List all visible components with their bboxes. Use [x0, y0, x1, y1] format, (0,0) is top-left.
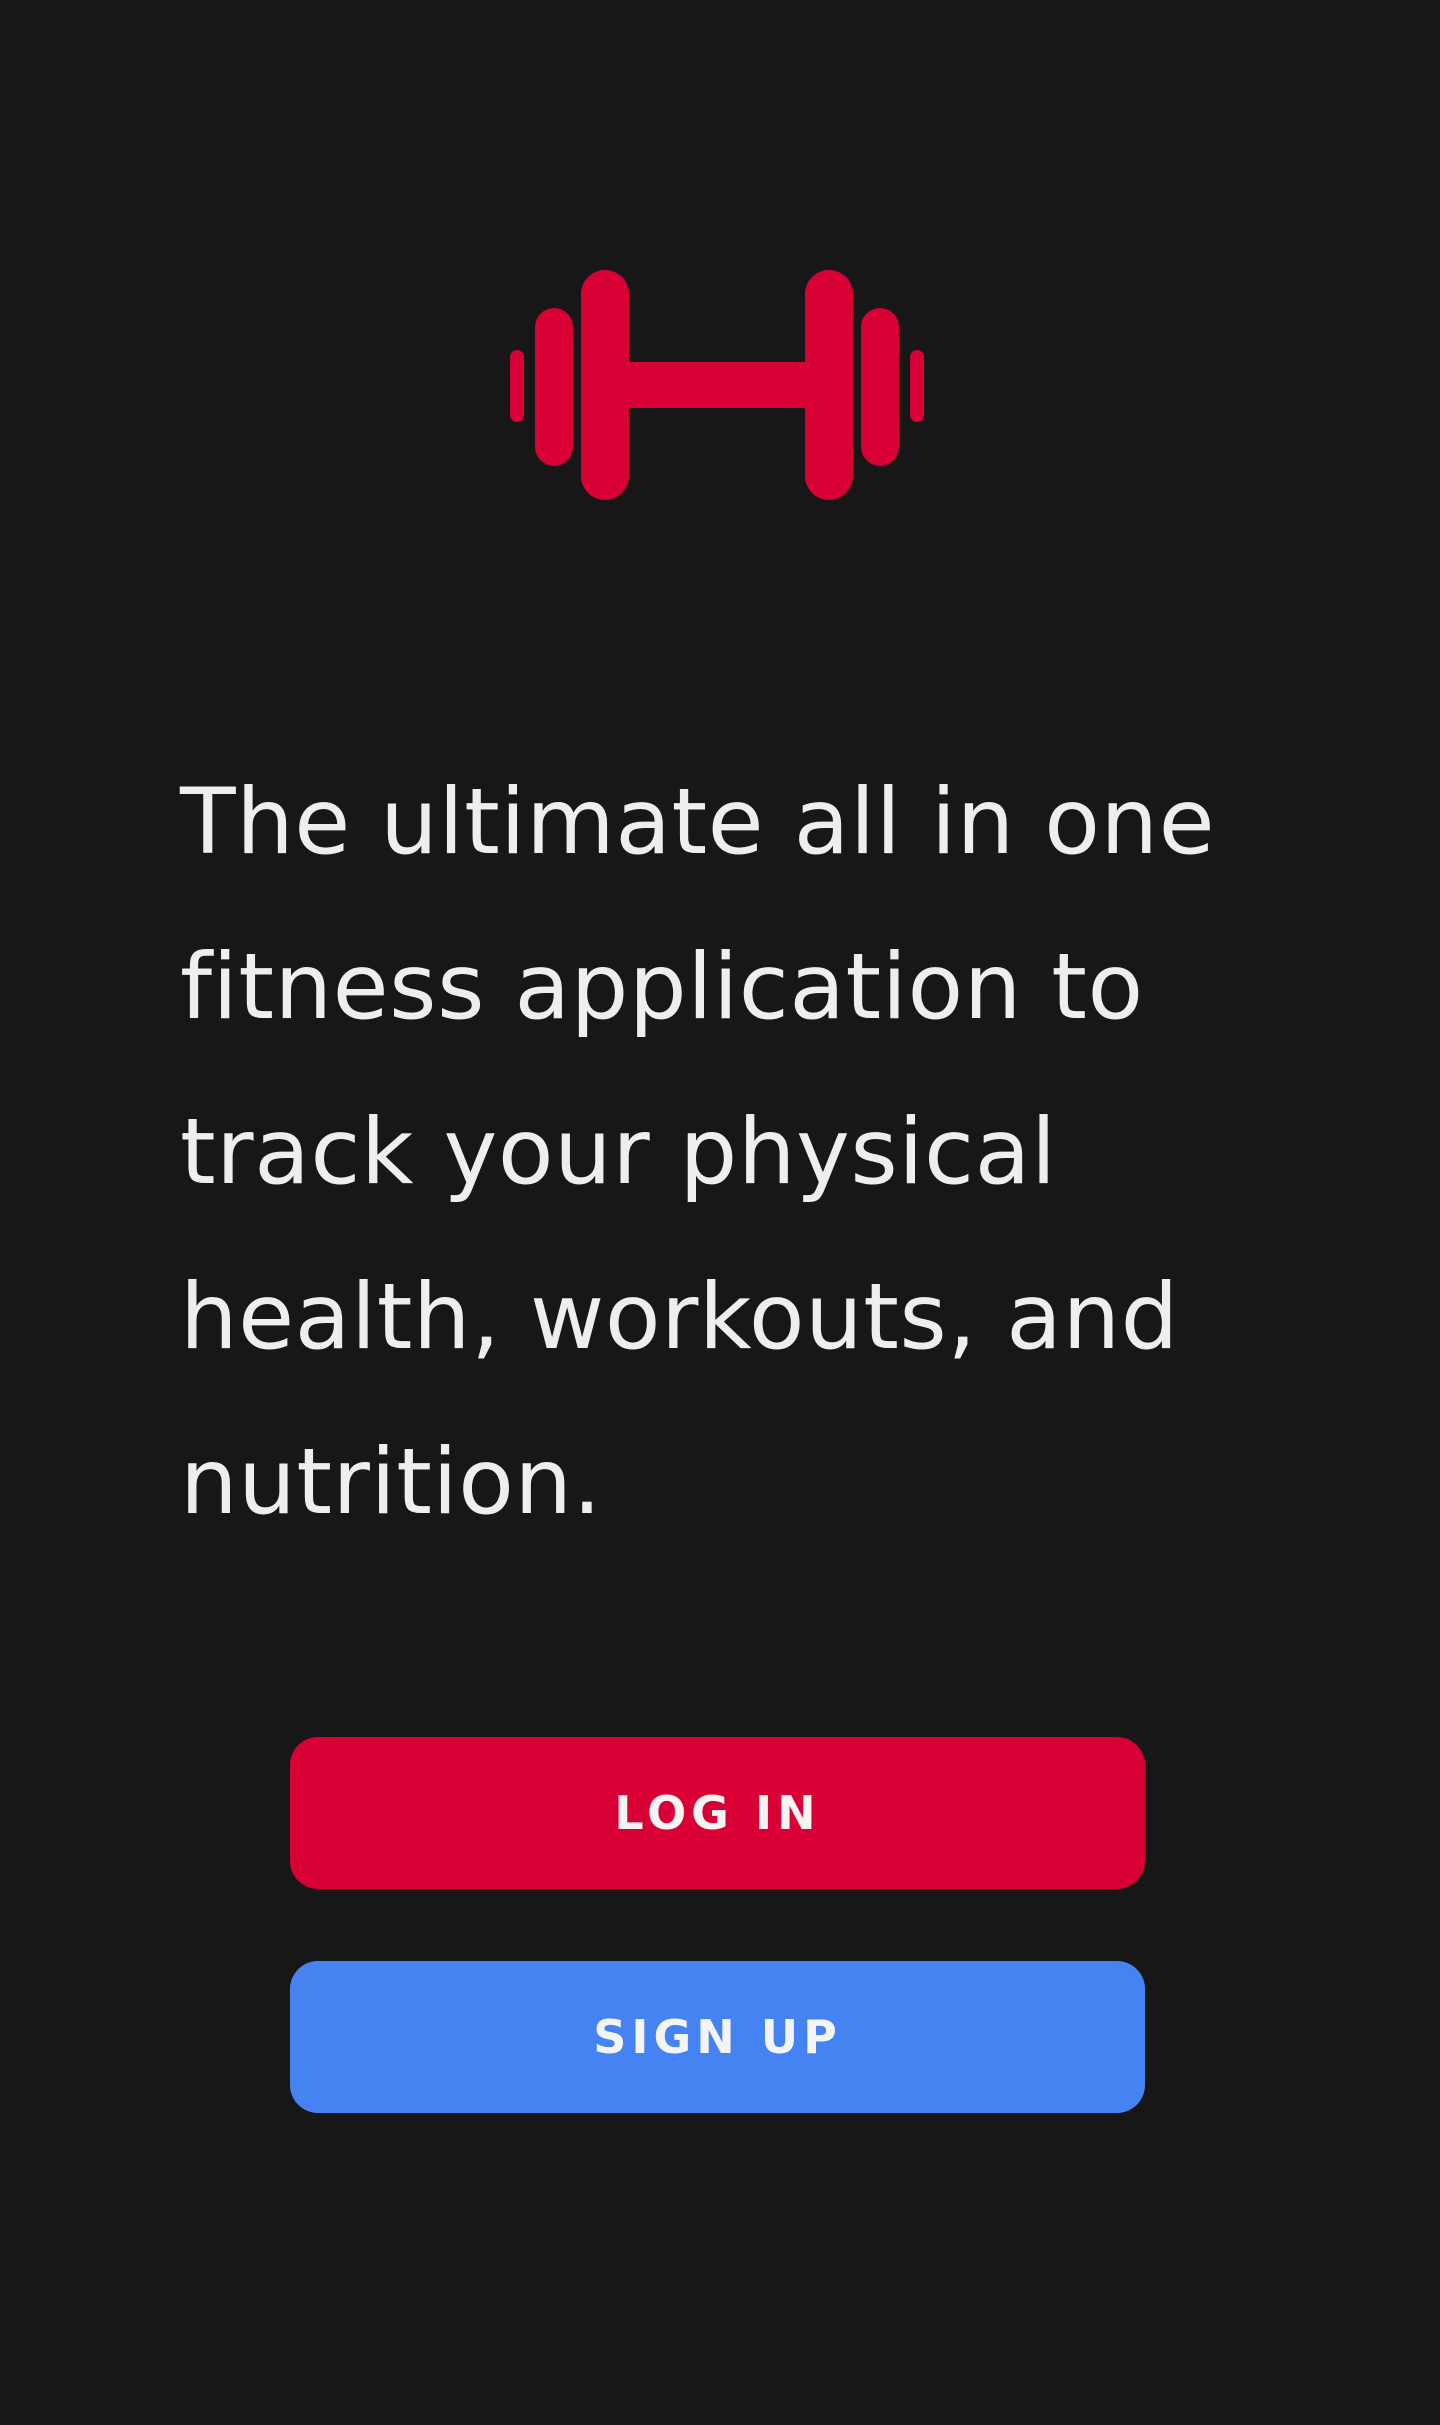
tagline-text: The ultimate all in one fitness applicat… — [180, 770, 1216, 1535]
login-button[interactable]: LOG IN — [290, 1737, 1145, 1889]
dumbbell-logo-icon — [510, 270, 924, 506]
signup-button[interactable]: SIGN UP — [290, 1961, 1145, 2113]
